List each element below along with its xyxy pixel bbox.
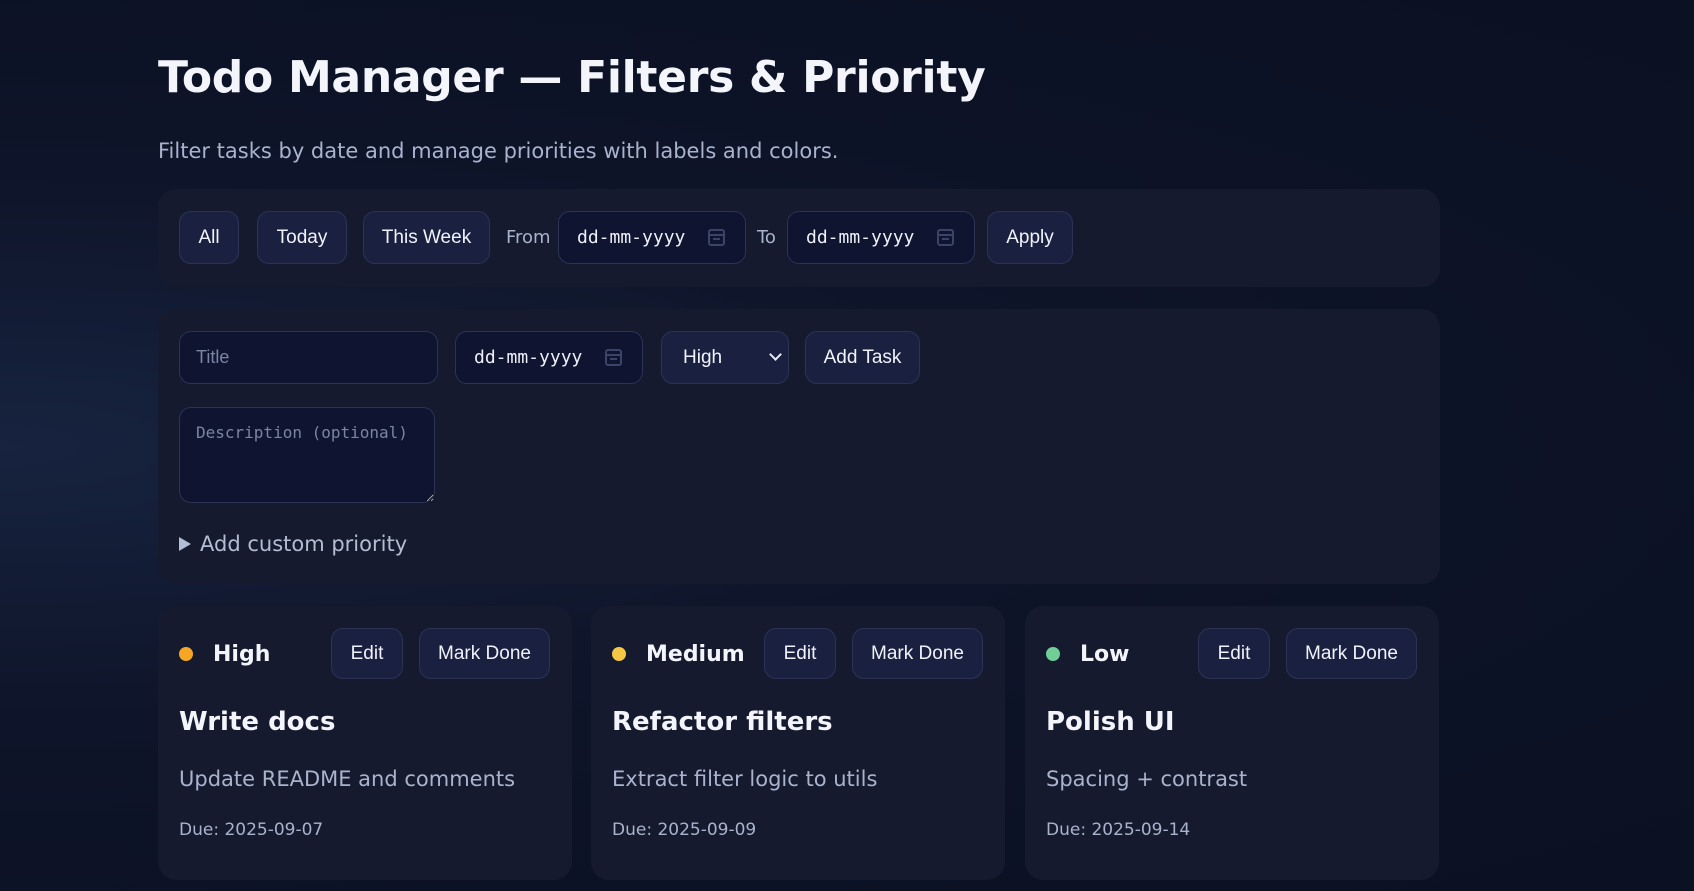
page-title: Todo Manager — Filters & Priority — [158, 52, 986, 103]
task-card: Low Edit Mark Done Polish UI Spacing + c… — [1025, 606, 1439, 880]
edit-button[interactable]: Edit — [764, 628, 836, 679]
task-due-date: Due: 2025-09-07 — [179, 820, 324, 840]
due-date-input[interactable]: dd-mm-yyyy — [455, 331, 643, 384]
priority-label: High — [213, 642, 271, 667]
calendar-icon[interactable] — [605, 349, 622, 366]
task-title: Refactor filters — [612, 707, 833, 737]
task-title: Write docs — [179, 707, 336, 737]
disclosure-triangle-icon — [179, 537, 191, 551]
mark-done-button[interactable]: Mark Done — [1286, 628, 1417, 679]
priority-dot-icon — [1046, 647, 1060, 661]
task-card: High Edit Mark Done Write docs Update RE… — [158, 606, 572, 880]
edit-button[interactable]: Edit — [1198, 628, 1270, 679]
add-task-button[interactable]: Add Task — [805, 331, 920, 384]
from-date-input[interactable]: dd-mm-yyyy — [558, 211, 746, 264]
from-date-value: dd-mm-yyyy — [577, 227, 686, 248]
custom-priority-label: Add custom priority — [200, 532, 408, 556]
priority-select[interactable]: High — [661, 331, 789, 384]
chevron-down-icon — [769, 348, 782, 361]
to-date-value: dd-mm-yyyy — [806, 227, 915, 248]
apply-button[interactable]: Apply — [987, 211, 1073, 264]
priority-label: Medium — [646, 642, 745, 667]
description-textarea[interactable] — [179, 407, 435, 503]
filter-week-button[interactable]: This Week — [363, 211, 490, 264]
priority-label: Low — [1080, 642, 1130, 667]
task-composer: dd-mm-yyyy High Add Task Add custom prio… — [158, 309, 1440, 584]
due-date-value: dd-mm-yyyy — [474, 347, 583, 368]
edit-button[interactable]: Edit — [331, 628, 403, 679]
mark-done-button[interactable]: Mark Done — [852, 628, 983, 679]
priority-dot-icon — [179, 647, 193, 661]
calendar-icon[interactable] — [708, 229, 725, 246]
calendar-icon[interactable] — [937, 229, 954, 246]
task-description: Update README and comments — [179, 767, 516, 791]
title-input[interactable] — [179, 331, 438, 384]
filter-bar: All Today This Week From dd-mm-yyyy To d… — [158, 189, 1440, 287]
to-label: To — [757, 227, 776, 248]
task-due-date: Due: 2025-09-09 — [612, 820, 757, 840]
priority-select-value: High — [683, 346, 723, 368]
filter-all-button[interactable]: All — [179, 211, 239, 264]
task-title: Polish UI — [1046, 707, 1175, 737]
task-description: Spacing + contrast — [1046, 767, 1248, 791]
custom-priority-toggle[interactable]: Add custom priority — [179, 532, 407, 556]
mark-done-button[interactable]: Mark Done — [419, 628, 550, 679]
task-card: Medium Edit Mark Done Refactor filters E… — [591, 606, 1005, 880]
task-description: Extract filter logic to utils — [612, 767, 878, 791]
to-date-input[interactable]: dd-mm-yyyy — [787, 211, 975, 264]
page-subtitle: Filter tasks by date and manage prioriti… — [158, 139, 839, 163]
task-due-date: Due: 2025-09-14 — [1046, 820, 1191, 840]
filter-today-button[interactable]: Today — [257, 211, 347, 264]
from-label: From — [506, 227, 551, 248]
priority-dot-icon — [612, 647, 626, 661]
